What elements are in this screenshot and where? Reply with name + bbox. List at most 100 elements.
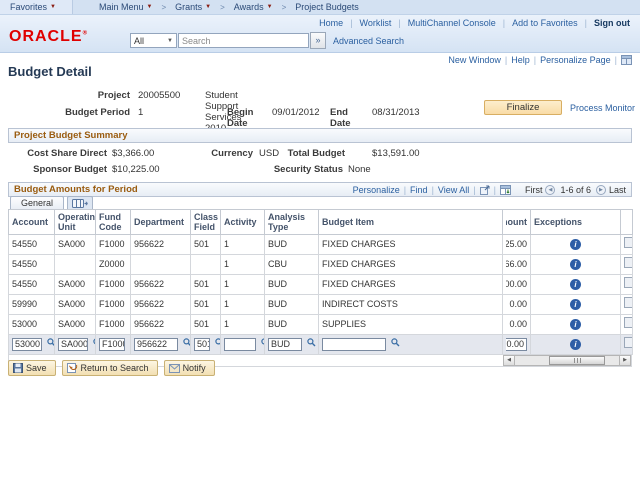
save-button[interactable]: Save: [8, 360, 56, 376]
breadcrumb-project-budgets[interactable]: Project Budgets: [291, 2, 363, 12]
lookup-icon[interactable]: [214, 338, 220, 351]
cell-exceptions: i: [530, 334, 621, 355]
lookup-icon[interactable]: [182, 338, 190, 351]
fund-code-input[interactable]: F1000: [99, 338, 125, 352]
finalize-button[interactable]: Finalize: [484, 100, 562, 115]
advanced-search-link[interactable]: Advanced Search: [333, 36, 404, 46]
column-analysis-type: Analysis Type: [264, 209, 319, 235]
return-to-search-label: Return to Search: [80, 363, 149, 373]
view-all-link[interactable]: View All: [438, 185, 469, 195]
find-link[interactable]: Find: [410, 185, 428, 195]
row-action-button[interactable]: [624, 237, 632, 248]
next-row-icon[interactable]: ▶: [595, 184, 606, 195]
account-input[interactable]: 53000: [12, 338, 42, 352]
breadcrumb-favorites[interactable]: Favorites ▼: [0, 0, 73, 14]
cell-fund-code: F1000: [95, 294, 131, 315]
personalize-link[interactable]: Personalize: [353, 185, 400, 195]
operating-unit-input[interactable]: SA000: [58, 338, 88, 352]
new-window-link[interactable]: New Window: [448, 55, 501, 65]
row-action-button[interactable]: [624, 337, 632, 348]
cell-budget-item: FIXED CHARGES: [318, 234, 503, 255]
chevron-down-icon: ▼: [205, 4, 212, 10]
link-separator: |: [504, 55, 508, 65]
cell-budget-item: FIXED CHARGES: [318, 274, 503, 295]
breadcrumb-grants[interactable]: Grants ▼: [171, 2, 215, 12]
search-input[interactable]: [178, 33, 309, 48]
add-to-favorites-link[interactable]: Add to Favorites: [512, 18, 578, 28]
cell-activity: 1: [220, 274, 265, 295]
cell-budget-item: FIXED CHARGES: [318, 254, 503, 275]
row-action-button[interactable]: [624, 277, 632, 288]
first-label[interactable]: First: [525, 185, 543, 195]
link-separator: |: [533, 55, 537, 65]
search-scope-select[interactable]: All ▼: [130, 33, 177, 48]
notify-label: Notify: [182, 363, 206, 373]
process-monitor-link[interactable]: Process Monitor: [570, 103, 635, 113]
info-icon[interactable]: i: [570, 339, 581, 350]
home-link[interactable]: Home: [319, 18, 343, 28]
search-go-button[interactable]: »: [310, 32, 326, 49]
zoom-popup-icon[interactable]: [479, 185, 490, 195]
scroll-right-icon[interactable]: ▶: [619, 356, 630, 365]
previous-row-icon[interactable]: ◀: [545, 184, 556, 195]
info-icon[interactable]: i: [570, 299, 581, 310]
grid-section-header: Budget Amounts for Period Personalize | …: [8, 182, 632, 197]
project-id: 20005500: [138, 90, 181, 101]
lookup-icon[interactable]: [46, 338, 54, 351]
budget-item-input[interactable]: [322, 338, 386, 352]
sign-out-link[interactable]: Sign out: [594, 18, 630, 28]
worklist-link[interactable]: Worklist: [360, 18, 392, 28]
tab-general[interactable]: General: [10, 196, 65, 209]
cell-exceptions: i: [530, 254, 621, 275]
notify-button[interactable]: Notify: [163, 360, 215, 376]
cell-analysis-type: BUD: [264, 314, 319, 335]
analysis-type-input[interactable]: BUD: [268, 338, 302, 352]
download-to-excel-icon[interactable]: [499, 184, 511, 195]
http-grid-icon[interactable]: [621, 55, 632, 65]
cell-exceptions: i: [530, 234, 621, 255]
link-separator: |: [398, 18, 401, 28]
row-action-button[interactable]: [624, 297, 632, 308]
scrollbar-track[interactable]: [515, 356, 619, 365]
breadcrumb-main-menu[interactable]: Main Menu ▼: [95, 2, 156, 12]
row-action-button[interactable]: [624, 317, 632, 328]
info-icon[interactable]: i: [570, 239, 581, 250]
cell-account: 53000: [8, 314, 55, 335]
info-icon[interactable]: i: [570, 279, 581, 290]
info-icon[interactable]: i: [570, 319, 581, 330]
cell-exceptions: i: [530, 294, 621, 315]
cell-operating-unit: SA000: [54, 234, 96, 255]
grid-row: 59990 SA000 F1000 956622 501 1 BUD INDIRECT COS…: [8, 294, 633, 315]
class-field-input[interactable]: 501: [194, 338, 210, 352]
activity-input[interactable]: [224, 338, 256, 352]
cell-activity: 1: [220, 254, 265, 275]
cell-analysis-type: BUD: [264, 334, 319, 355]
scrollbar-thumb[interactable]: [549, 356, 605, 365]
cell-budget-item: SUPPLIES: [318, 314, 503, 335]
show-all-columns-tab[interactable]: [67, 196, 94, 209]
lookup-icon[interactable]: [260, 338, 264, 351]
utility-links: Home | Worklist | MultiChannel Console |…: [319, 18, 630, 28]
lookup-icon[interactable]: [390, 338, 400, 351]
horizontal-scrollbar[interactable]: ◀ ▶: [503, 355, 631, 366]
multichannel-console-link[interactable]: MultiChannel Console: [408, 18, 496, 28]
scroll-left-icon[interactable]: ◀: [504, 356, 515, 365]
personalize-page-link[interactable]: Personalize Page: [540, 55, 611, 65]
cell-operating-unit: SA000: [54, 334, 96, 355]
return-to-search-button[interactable]: Return to Search: [61, 360, 158, 376]
info-icon[interactable]: i: [570, 259, 581, 270]
link-separator: |: [473, 184, 476, 195]
summary-row-1: Cost Share Direct $3,366.00 Currency USD…: [0, 148, 419, 159]
cell-amount: 3,225.00: [502, 234, 531, 255]
cell-fund-code: F1000: [95, 314, 131, 335]
security-status-value: None: [348, 164, 371, 175]
cell-analysis-type: BUD: [264, 294, 319, 315]
department-input[interactable]: 956622: [134, 338, 178, 352]
budget-period-row: Budget Period 1 Begin Date 09/01/2012 En…: [0, 107, 419, 129]
last-label[interactable]: Last: [609, 185, 626, 195]
amount-input[interactable]: 0.00: [506, 338, 527, 352]
help-link[interactable]: Help: [511, 55, 530, 65]
breadcrumb-awards[interactable]: Awards ▼: [230, 2, 277, 12]
row-action-button[interactable]: [624, 257, 632, 268]
lookup-icon[interactable]: [306, 338, 316, 351]
